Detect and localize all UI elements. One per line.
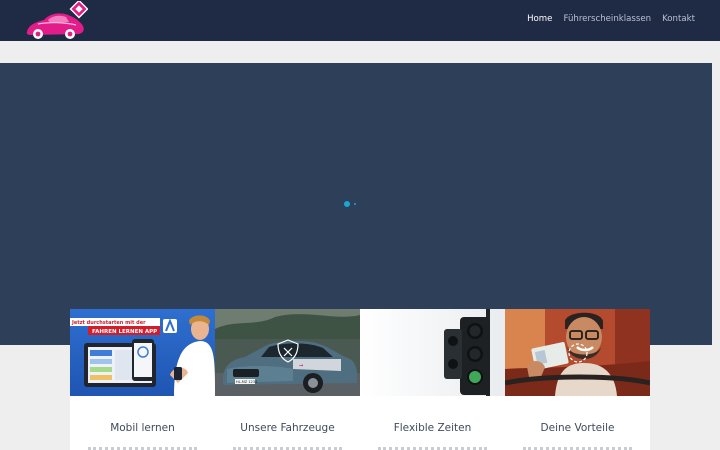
svg-text:Jetzt durchstarten mit der: Jetzt durchstarten mit der [71,320,146,326]
pink-car-logo-icon [26,1,88,39]
traffic-light-image [360,309,505,396]
feature-cards: Jetzt durchstarten mit der FAHREN LERNEN… [70,309,650,450]
logo[interactable] [24,1,88,41]
nav-link-fuehrerscheinklassen[interactable]: Führerscheinklassen [563,14,651,24]
slider-dot[interactable] [354,203,356,205]
hero-slider [0,63,712,345]
card-mobil-lernen[interactable]: Jetzt durchstarten mit der FAHREN LERNEN… [70,309,215,450]
slider-dots [344,201,356,207]
car-photo-image: HL-MZ 1234 → [215,309,360,396]
nav-link-home[interactable]: Home [527,14,552,24]
svg-text:FAHREN LERNEN APP: FAHREN LERNEN APP [92,329,157,335]
navbar: Home Führerscheinklassen Kontakt [0,0,720,41]
svg-text:→: → [299,363,303,369]
nav-link-kontakt[interactable]: Kontakt [662,14,695,24]
nav-links: Home Führerscheinklassen Kontakt [527,14,695,24]
card-flexible-zeiten[interactable]: Flexible Zeiten [360,309,505,450]
phone-app-image: Jetzt durchstarten mit der FAHREN LERNEN… [70,309,215,396]
card-title: Unsere Fahrzeuge [240,422,335,434]
card-title: Flexible Zeiten [393,422,472,434]
card-deine-vorteile[interactable]: Deine Vorteile [505,309,650,450]
card-title: Deine Vorteile [540,422,615,434]
svg-text:HL-MZ 1234: HL-MZ 1234 [236,380,258,384]
driver-license-photo-image [505,309,650,396]
card-title: Mobil lernen [110,422,175,434]
slider-dot-active[interactable] [344,201,350,207]
card-unsere-fahrzeuge[interactable]: HL-MZ 1234 → Unsere Fahrzeuge [215,309,360,450]
